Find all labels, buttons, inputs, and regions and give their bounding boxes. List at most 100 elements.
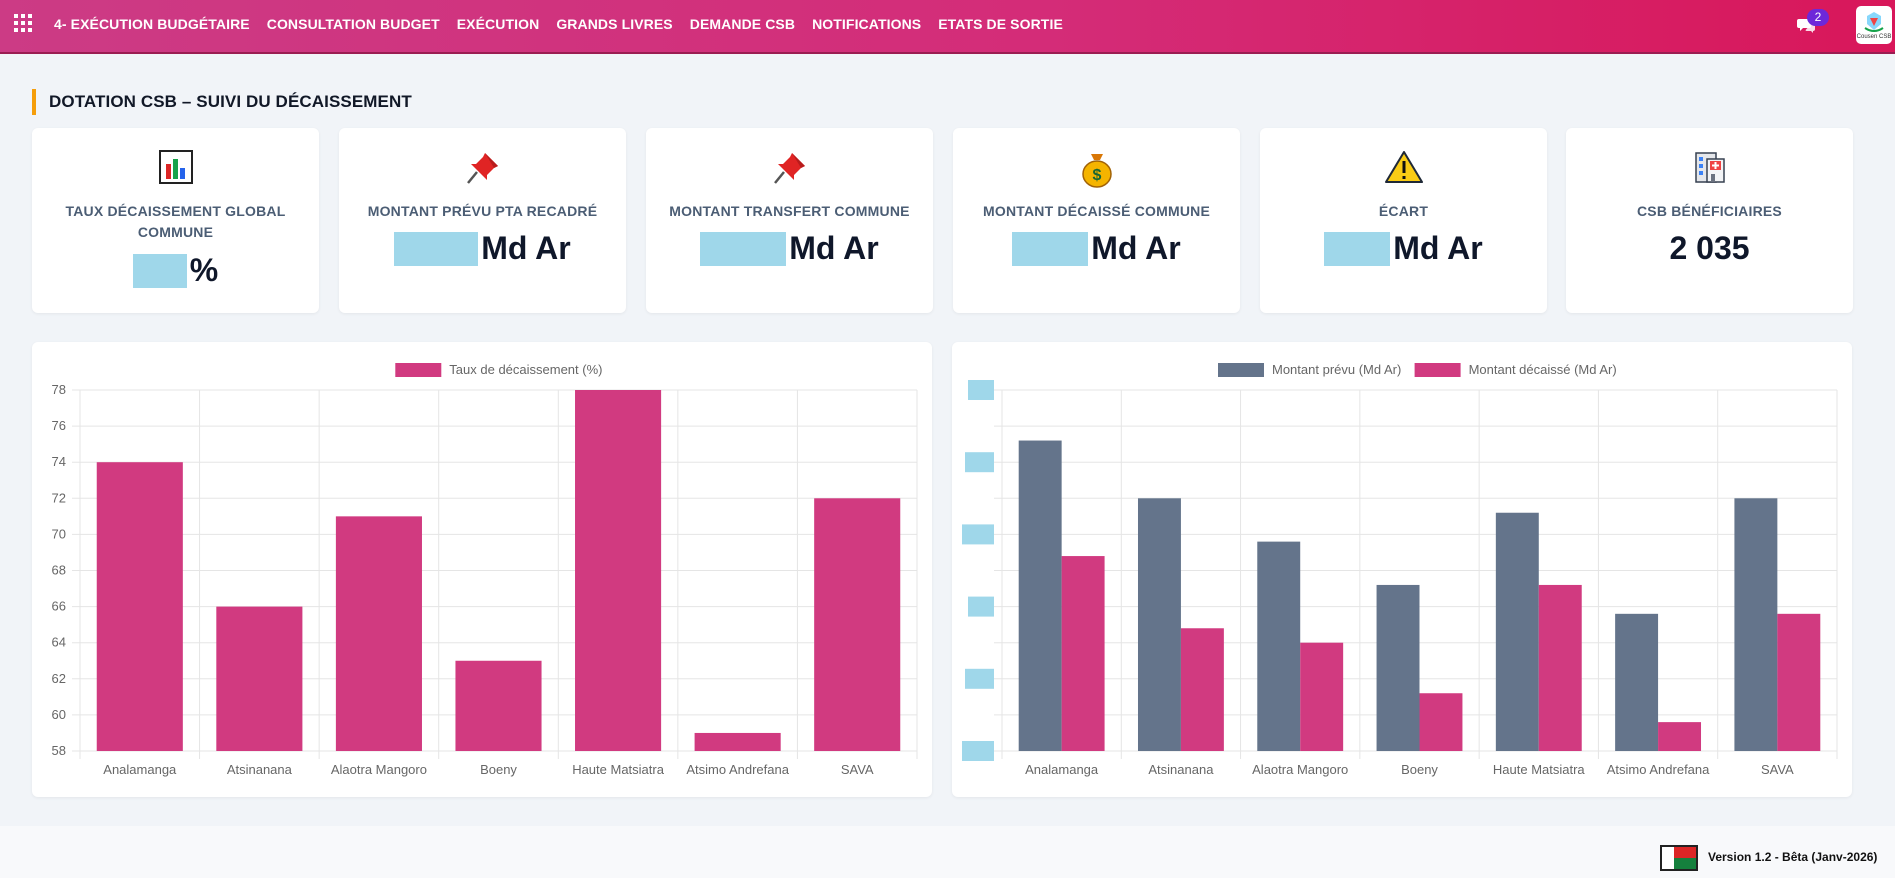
bar	[1137, 498, 1181, 751]
y-tick-label: 58	[52, 743, 66, 758]
y-tick-label: 62	[52, 671, 66, 686]
nav-item-etats-de-sortie[interactable]: ETATS DE SORTIE	[938, 16, 1063, 32]
kpi-unit: %	[189, 252, 219, 288]
redacted-tick	[962, 524, 994, 545]
app-logo[interactable]: Cousen CSB	[1856, 6, 1892, 44]
bar	[1419, 693, 1463, 751]
y-tick-label: 70	[52, 526, 66, 541]
kpi-card-ecart: ÉCART Md Ar	[1260, 128, 1547, 313]
redacted-value	[1324, 231, 1391, 266]
redacted-value	[394, 231, 479, 266]
pushpin-icon	[773, 153, 805, 184]
kpi-value: Md Ar	[339, 230, 626, 267]
redacted-value	[132, 253, 187, 288]
bar	[1257, 541, 1301, 751]
nav-item-consultation-budget[interactable]: CONSULTATION BUDGET	[267, 16, 440, 32]
nav-item-execution-budgetaire[interactable]: 4- EXÉCUTION BUDGÉTAIRE	[54, 16, 250, 32]
kpi-card-montant-prevu: MONTANT PRÉVU PTA RECADRÉ Md Ar	[339, 128, 626, 313]
kpi-unit: Md Ar	[1091, 230, 1181, 266]
x-tick-label: Atsimo Andrefana	[1607, 762, 1710, 777]
x-tick-label: SAVA	[1761, 762, 1794, 777]
kpi-value: 2 035	[1669, 230, 1750, 266]
chart-taux-decaissement: 78 76 74 72 70 68 66 64 62 60 58 Analamanga Atsinana…	[52, 362, 918, 777]
apps-grid-icon[interactable]	[14, 14, 32, 32]
redacted-tick	[962, 741, 994, 761]
redacted-tick	[965, 668, 994, 689]
y-tick-label: 78	[52, 382, 66, 397]
x-tick-label: Alaotra Mangoro	[331, 762, 427, 777]
y-tick-label: 68	[52, 563, 66, 578]
y-tick-label: 74	[52, 454, 66, 469]
x-tick-label: Analamanga	[1025, 762, 1099, 777]
kpi-card-montant-transfert: MONTANT TRANSFERT COMMUNE Md Ar	[646, 128, 933, 313]
bar	[1658, 722, 1702, 751]
chart-panel-taux-decaissement: 78 76 74 72 70 68 66 64 62 60 58 Analamanga Atsinana…	[32, 342, 932, 797]
kpi-label: ÉCART	[1378, 203, 1429, 219]
footer	[0, 826, 1895, 878]
pushpin-icon	[466, 153, 498, 184]
top-navbar: 4- EXÉCUTION BUDGÉTAIRE CONSULTATION BUD…	[0, 0, 1895, 54]
bar	[335, 516, 422, 751]
page-title: DOTATION CSB – SUIVI DU DÉCAISSEMENT	[32, 89, 412, 115]
x-tick-label: SAVA	[841, 762, 874, 777]
bar	[1061, 556, 1105, 751]
logo-text: Cousen CSB	[1856, 33, 1892, 40]
legend-label: Montant décaissé (Md Ar)	[1469, 362, 1617, 377]
bar	[455, 660, 542, 751]
legend-swatch	[395, 363, 442, 377]
chart-panel-montants: Analamanga Atsinanana Alaotra Mangoro Boeny…	[952, 342, 1852, 797]
x-tick-label: Alaotra Mangoro	[1252, 762, 1348, 777]
bar	[1376, 584, 1420, 751]
redacted-tick	[965, 452, 994, 473]
bar	[1734, 498, 1778, 751]
x-tick-label: Analamanga	[103, 762, 177, 777]
nav-item-notifications[interactable]: NOTIFICATIONS	[812, 16, 921, 32]
bar	[1615, 613, 1659, 751]
y-tick-label: 66	[52, 599, 66, 614]
bar-chart-icon	[158, 150, 193, 184]
x-tick-label: Atsinanana	[1148, 762, 1214, 777]
kpi-card-taux-decaissement: TAUX DÉCAISSEMENT GLOBAL COMMUNE %	[32, 128, 319, 313]
kpi-unit: Md Ar	[1393, 230, 1483, 266]
y-tick-label: 60	[52, 707, 66, 722]
legend-swatch	[1218, 363, 1264, 377]
bar	[1777, 613, 1821, 751]
kpi-value: Md Ar	[1260, 230, 1547, 267]
kpi-label: MONTANT DÉCAISSÉ COMMUNE	[983, 203, 1210, 219]
bar	[1180, 628, 1224, 751]
bar	[694, 732, 781, 751]
nav-item-demande-csb[interactable]: DEMANDE CSB	[690, 16, 795, 32]
bar	[1538, 584, 1582, 751]
nav-item-execution[interactable]: EXÉCUTION	[457, 16, 540, 32]
madagascar-flag-icon	[1660, 845, 1698, 871]
y-tick-label: 76	[52, 418, 66, 433]
bar	[575, 390, 662, 751]
x-tick-label: Boeny	[480, 762, 517, 777]
chat-button[interactable]: 2	[1795, 9, 1829, 37]
kpi-unit: Md Ar	[481, 230, 571, 266]
kpi-value: Md Ar	[646, 230, 933, 267]
bar	[1018, 440, 1062, 751]
notification-badge: 2	[1807, 9, 1829, 26]
kpi-label: CSB BÉNÉFICIAIRES	[1637, 203, 1782, 219]
kpi-value: %	[32, 252, 319, 289]
redacted-tick	[968, 596, 994, 617]
main-menu: 4- EXÉCUTION BUDGÉTAIRE CONSULTATION BUD…	[54, 0, 1080, 48]
svg-text:$: $	[1092, 167, 1101, 184]
kpi-card-montant-decaisse: $ MONTANT DÉCAISSÉ COMMUNE Md Ar	[953, 128, 1240, 313]
hospital-icon	[1694, 152, 1725, 183]
version-label: Version 1.2 - Bêta (Janv-2026)	[1708, 850, 1878, 864]
x-tick-label: Atsimo Andrefana	[686, 762, 789, 777]
chart-montants: Analamanga Atsinanana Alaotra Mangoro Boeny…	[962, 362, 1838, 777]
kpi-value: Md Ar	[953, 230, 1240, 267]
logo-icon	[1864, 11, 1884, 32]
legend-label: Taux de décaissement (%)	[449, 362, 602, 377]
kpi-label: MONTANT TRANSFERT COMMUNE	[669, 203, 910, 219]
x-tick-label: Boeny	[1401, 762, 1438, 777]
kpi-label: TAUX DÉCAISSEMENT GLOBAL COMMUNE	[65, 203, 286, 240]
kpi-label: MONTANT PRÉVU PTA RECADRÉ	[367, 203, 598, 219]
redacted-value	[1012, 231, 1089, 266]
kpi-card-csb-beneficiaires: CSB BÉNÉFICIAIRES 2 035	[1566, 128, 1853, 313]
x-tick-label: Atsinanana	[227, 762, 293, 777]
nav-item-grands-livres[interactable]: GRANDS LIVRES	[556, 16, 672, 32]
